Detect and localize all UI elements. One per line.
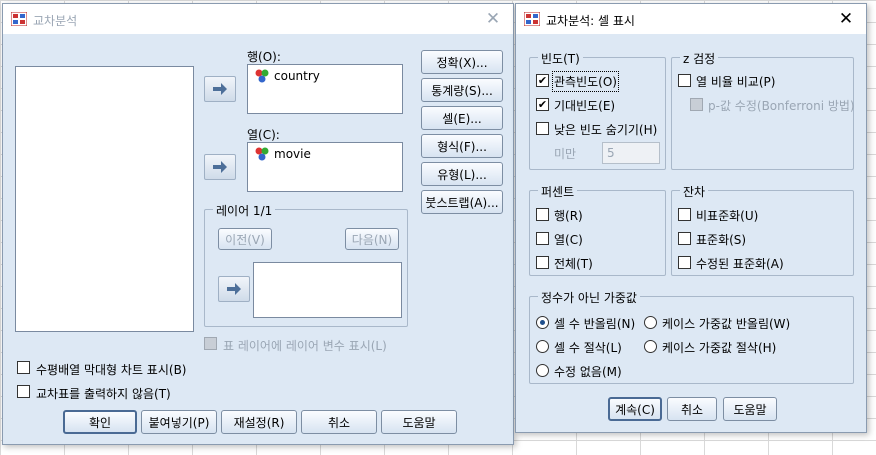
row-percent-label: 행(R) [554,209,583,223]
truncate-case-label: 케이스 가중값 절삭(H) [662,341,777,355]
adjust-p-label: p-값 수정(Bonferroni 방법) [708,99,855,113]
less-than-input[interactable]: 5 [602,142,660,164]
compare-columns-label: 열 비율 비교(P) [696,75,776,89]
truncate-cell-radio[interactable] [536,340,549,353]
close-icon[interactable]: ✕ [836,9,856,29]
hide-small-label: 낮은 빈도 숨기기(H) [554,123,658,137]
percentages-group-title: 퍼센트 [538,183,578,200]
continue-button[interactable]: 계속(C) [608,397,662,421]
expected-label: 기대빈도(E) [554,99,616,113]
close-icon[interactable]: ✕ [483,9,503,29]
source-variable-list[interactable] [15,66,194,332]
suppress-tables-label: 교차표를 출력하지 않음(T) [36,387,171,401]
column-percent-checkbox[interactable] [536,232,549,245]
spss-app-icon [524,12,540,26]
crosstabs-dialog: 교차분석 ✕ 행(O): country 열(C): movie 레이어 1/1… [2,3,514,445]
layer-display-label: 표 레이어에 레이어 변수 표시(L) [223,339,387,353]
column-variable-item[interactable]: movie [254,147,311,161]
style-button[interactable]: 유형(L)... [421,162,503,186]
reset-button[interactable]: 재설정(R) [221,410,297,434]
less-than-label: 미만 [554,147,577,161]
previous-layer-button[interactable]: 이전(V) [218,228,272,250]
right-arrow-icon [213,83,227,95]
no-adjust-label: 수정 없음(M) [554,365,622,379]
percentages-group: 퍼센트 [529,183,666,276]
next-layer-button[interactable]: 다음(N) [345,228,399,250]
unstandardized-checkbox[interactable] [678,208,691,221]
cell-display-titlebar: 교차분석: 셀 표시 ✕ [516,4,866,34]
expected-checkbox[interactable]: ✔ [536,98,549,111]
truncate-cell-label: 셀 수 절삭(L) [554,341,622,355]
cell-display-dialog: 교차분석: 셀 표시 ✕ 빈도(T) ✔ 관측빈도(O) ✔ 기대빈도(E) 낮… [515,3,867,433]
round-cell-radio[interactable] [536,316,549,329]
clustered-bar-label: 수평배열 막대형 차트 표시(B) [36,363,187,377]
move-to-column-button[interactable] [204,154,236,180]
round-case-radio[interactable] [644,316,657,329]
no-adjust-radio[interactable] [536,364,549,377]
counts-group-title: 빈도(T) [538,50,583,67]
residuals-group-title: 잔차 [680,183,709,200]
standardized-checkbox[interactable] [678,232,691,245]
total-percent-checkbox[interactable] [536,256,549,269]
compare-columns-checkbox[interactable] [678,74,691,87]
clustered-bar-checkbox[interactable] [17,361,30,374]
row-label: 행(O): [247,50,281,64]
hide-small-checkbox[interactable] [536,122,549,135]
observed-label: 관측빈도(O) [552,71,619,92]
round-cell-label: 셀 수 반올림(N) [554,317,636,331]
adjusted-standardized-label: 수정된 표준화(A) [696,257,784,271]
row-variable-item[interactable]: country [254,69,320,83]
column-variable-list[interactable]: movie [247,142,403,192]
move-to-row-button[interactable] [204,76,236,102]
ok-button[interactable]: 확인 [63,410,137,434]
cancel-button[interactable]: 취소 [667,397,717,421]
column-label: 열(C): [247,128,280,142]
cancel-button[interactable]: 취소 [301,410,377,434]
move-to-layer-button[interactable] [218,276,250,302]
nominal-variable-icon [255,147,269,161]
suppress-tables-checkbox[interactable] [17,385,30,398]
nominal-variable-icon [255,69,269,83]
spss-app-icon [11,12,27,26]
row-variable-list[interactable]: country [247,64,403,114]
truncate-case-radio[interactable] [644,340,657,353]
row-percent-checkbox[interactable] [536,208,549,221]
adjust-p-checkbox[interactable] [690,98,703,111]
help-button[interactable]: 도움말 [723,397,777,421]
window-title: 교차분석 [33,14,78,28]
paste-button[interactable]: 붙여넣기(P) [141,410,217,434]
help-button[interactable]: 도움말 [381,410,457,434]
standardized-label: 표준화(S) [696,233,747,247]
observed-checkbox[interactable]: ✔ [536,74,549,87]
window-title: 교차분석: 셀 표시 [546,14,635,28]
cells-button[interactable]: 셀(E)... [421,106,503,130]
adjusted-standardized-checkbox[interactable] [678,256,691,269]
round-case-label: 케이스 가중값 반올림(W) [662,317,791,331]
column-variable-name: movie [274,147,311,161]
bootstrap-button[interactable]: 붓스트랩(A)... [421,190,503,214]
format-button[interactable]: 형식(F)... [421,134,503,158]
layer-group-title: 레이어 1/1 [213,202,276,219]
crosstabs-titlebar: 교차분석 ✕ [3,4,513,34]
row-variable-name: country [274,69,320,83]
statistics-button[interactable]: 통계량(S)... [421,78,503,102]
noninteger-weights-title: 정수가 아닌 가중값 [538,289,640,306]
exact-button[interactable]: 정확(X)... [421,50,503,74]
unstandardized-label: 비표준화(U) [696,209,759,223]
column-percent-label: 열(C) [554,233,583,247]
layer-variable-list[interactable] [253,262,402,318]
right-arrow-icon [213,161,227,173]
right-arrow-icon [227,283,241,295]
layer-display-checkbox[interactable] [204,337,217,350]
total-percent-label: 전체(T) [554,257,593,271]
z-test-group-title: z 검정 [680,50,719,67]
